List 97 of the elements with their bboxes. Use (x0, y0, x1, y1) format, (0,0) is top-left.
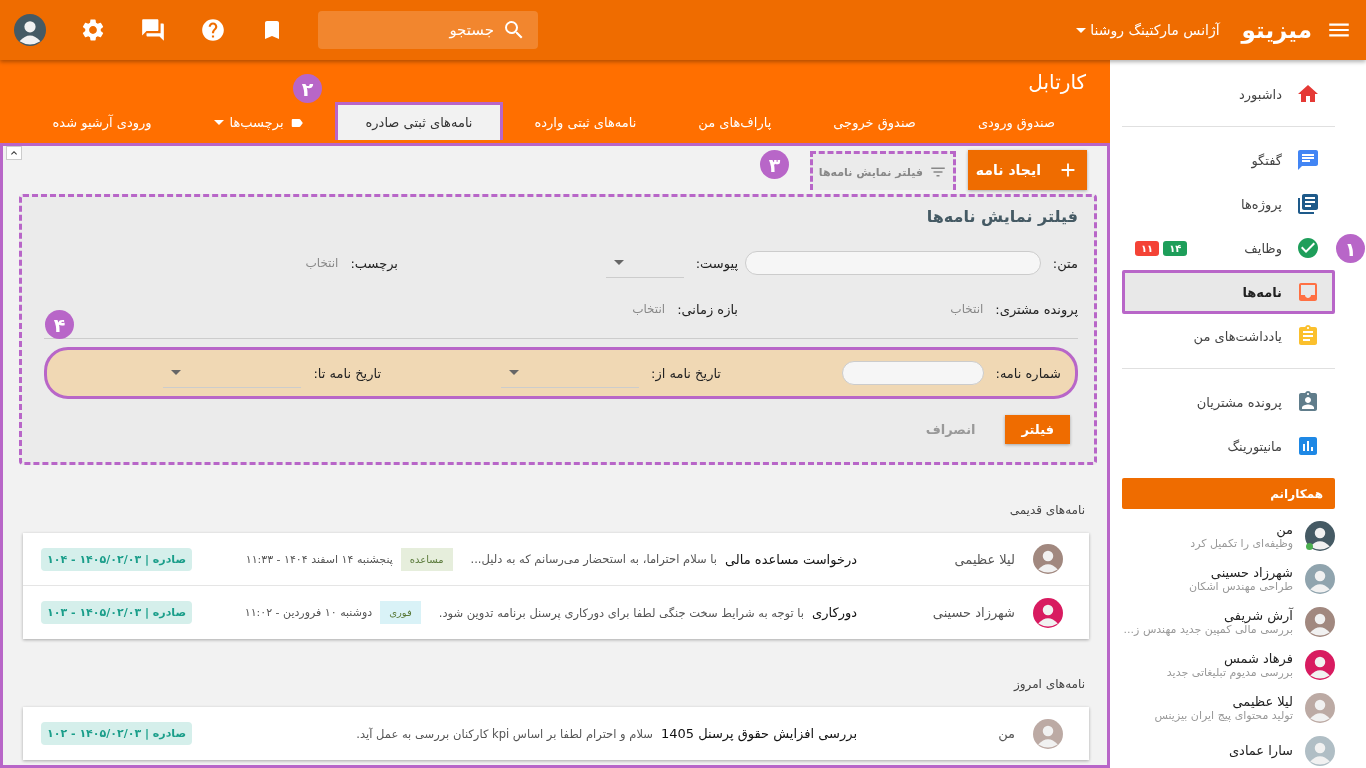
search-input[interactable]: جستجو (384, 21, 494, 39)
clipboard-icon (1296, 324, 1320, 348)
organization-selector[interactable]: آژانس مارکتینگ روشنا (1076, 22, 1220, 38)
select-link[interactable]: انتخاب (305, 256, 339, 270)
sender-name: شهرزاد حسینی (931, 605, 1015, 620)
avatar (1305, 606, 1335, 637)
reference-number: صادره | ۱۴۰۵/۰۲/۰۳ - ۱۰۳ (41, 601, 193, 624)
chat-icon[interactable] (140, 17, 166, 43)
avatar (14, 14, 46, 46)
avatar (1033, 544, 1063, 574)
select-link[interactable]: انتخاب (632, 302, 666, 316)
chat-icon (1296, 148, 1320, 172)
letter-snippet: با سلام احتراما، به استحضار می‌رسانم که به دلیل... (470, 552, 717, 566)
panel-title: فیلتر نمایش نامه‌ها (925, 207, 1078, 226)
inbox-icon (1296, 280, 1320, 304)
cancel-button[interactable]: انصراف (925, 422, 976, 437)
sidebar-item[interactable]: گفتگو (1122, 138, 1335, 182)
sidebar-item[interactable]: داشبورد (1122, 72, 1335, 116)
avatar (1305, 735, 1335, 766)
caret-icon (1076, 27, 1087, 33)
sidebar-item[interactable]: مانیتورینگ (1122, 424, 1335, 468)
tag: مساعده (400, 547, 453, 571)
field-label: تاریخ نامه تا: (313, 365, 381, 381)
text-field[interactable] (744, 251, 1041, 275)
reference-number: صادره | ۱۴۰۵/۰۲/۰۳ - ۱۰۲ (41, 722, 193, 745)
step-marker: ۱ (1336, 234, 1365, 263)
search-field[interactable]: جستجو (318, 11, 538, 49)
letter-subject: بررسی افزایش حقوق پرسنل 1405 (660, 726, 857, 741)
text-field[interactable] (841, 361, 984, 385)
field-label: برچسب: (350, 255, 398, 271)
colleague-name: من (1276, 521, 1293, 537)
reference-number: صادره | ۱۴۰۵/۰۲/۰۳ - ۱۰۴ (41, 547, 193, 571)
sidebar-item[interactable]: پرونده مشتریان (1122, 380, 1335, 424)
contact-card-icon (1296, 390, 1320, 414)
colleague-status: تولید محتوای پیج ایران بیزینس (1154, 708, 1293, 722)
filter-button[interactable]: فیلتر (1005, 415, 1070, 444)
field-label: متن: (1052, 255, 1078, 271)
letter-row[interactable]: شهرزاد حسینی دورکاری با توجه به شرایط سخت جنگی لطفا برای دورکاری پرسنل برنامه تدوین شود. فوری دوشنبه ۱۰ فروردین - ۱۱:۰۲ صادره | ۱۴۰۵/۰۲/۰۳ - ۱۰۳ (23, 586, 1089, 639)
avatar (1305, 649, 1335, 680)
select-link[interactable]: انتخاب (950, 302, 984, 316)
caret-icon (171, 370, 182, 375)
letter-snippet: با توجه به شرایط سخت جنگی لطفا برای دورکاری پرسنل برنامه تدوین شود. (438, 605, 805, 620)
sidebar-item[interactable]: پروژه‌ها (1122, 182, 1335, 226)
create-letter-button[interactable]: ایجاد نامه (967, 150, 1087, 190)
tab[interactable]: صندوق خروجی (802, 102, 947, 140)
tab[interactable]: نامه‌های ثبتی صادره (334, 102, 504, 140)
field-label: پرونده مشتری: (995, 301, 1078, 317)
colleague-name: آرش شریفی (1223, 607, 1293, 623)
group-title: نامه‌های قدیمی (1008, 503, 1085, 517)
colleague-name: لیلا عظیمی (1231, 693, 1293, 709)
sender-name: من (997, 726, 1015, 741)
settings-icon[interactable] (80, 17, 106, 43)
avatar (1033, 597, 1063, 628)
filter-toggle[interactable]: فیلتر نمایش نامه‌ها (809, 151, 956, 190)
tag: فوری (380, 601, 421, 624)
avatar (1305, 563, 1335, 594)
letter-subject: درخواست مساعده مالی (725, 551, 857, 567)
field-label: شماره نامه: (995, 365, 1061, 381)
colleague-status: وظیفه‌ای را تکمیل کرد (1190, 536, 1293, 550)
logo: میزیتو (1241, 17, 1312, 43)
colleague-name: سارا عمادی (1228, 743, 1293, 758)
group-title: نامه‌های امروز (1012, 677, 1085, 691)
colleague-name: فرهاد شمس (1222, 650, 1293, 666)
letter-subject: دورکاری (812, 605, 857, 620)
sidebar-item[interactable]: یادداشت‌های من (1122, 314, 1335, 358)
avatar (1305, 520, 1335, 551)
help-icon[interactable] (200, 17, 226, 43)
letter-row[interactable]: من بررسی افزایش حقوق پرسنل 1405 سلام و احترام لطفا بر اساس kpi کارکنان بررسی به عمل آید. صادره | ۱۴۰۵/۰۲/۰۳ - ۱۰۲ (23, 707, 1089, 760)
avatar (1305, 692, 1335, 723)
letter-snippet: سلام و احترام لطفا بر اساس kpi کارکنان بررسی به عمل آید. (356, 726, 653, 741)
letter-date: دوشنبه ۱۰ فروردین - ۱۱:۰۲ (244, 606, 373, 619)
page-title: کارتابل (1028, 70, 1086, 94)
tab[interactable]: ورودی آرشیو شده (21, 102, 183, 140)
colleague-name: شهرزاد حسینی (1209, 564, 1293, 580)
sender-name: لیلا عظیمی (953, 551, 1015, 567)
tab[interactable]: نامه‌های ثبتی وارده (503, 102, 668, 140)
count-badge: ۱۱ (1135, 240, 1160, 256)
books-icon (1296, 192, 1320, 216)
count-badge: ۱۴ (1163, 240, 1188, 256)
letter-date: پنجشنبه ۱۴ اسفند ۱۴۰۴ - ۱۱:۳۳ (245, 552, 393, 566)
tab[interactable]: برچسب‌ها (182, 102, 335, 140)
tab[interactable]: صندوق ورودی (946, 102, 1086, 140)
field-label: پیوست: (695, 255, 738, 271)
field-label: تاریخ نامه از: (651, 365, 721, 381)
sidebar-item[interactable]: وظایف ۱۴ ۱۱ (1122, 226, 1335, 270)
colleague-status: طراحی مهندس اشکان (1188, 579, 1293, 593)
caret-icon (509, 370, 520, 375)
avatar (1033, 718, 1063, 749)
sidebar-item[interactable]: نامه‌ها (1122, 270, 1335, 314)
field-label: بازه زمانی: (677, 301, 738, 317)
collapse-button[interactable] (6, 146, 22, 160)
section-header: همکارانم (1122, 478, 1335, 509)
caret-icon (613, 260, 624, 265)
letter-row[interactable]: لیلا عظیمی درخواست مساعده مالی با سلام احتراما، به استحضار می‌رسانم که به دلیل... مساعده پنجشنبه ۱۴ اسفند ۱۴۰۴ - ۱۱:۳۳ صادره | ۱۴۰۵/۰۲/۰۳ - ۱۰۴ (23, 533, 1089, 586)
tab[interactable]: پاراف‌های من (667, 102, 803, 140)
caret-icon (213, 120, 224, 125)
bar-chart-icon (1296, 434, 1320, 458)
